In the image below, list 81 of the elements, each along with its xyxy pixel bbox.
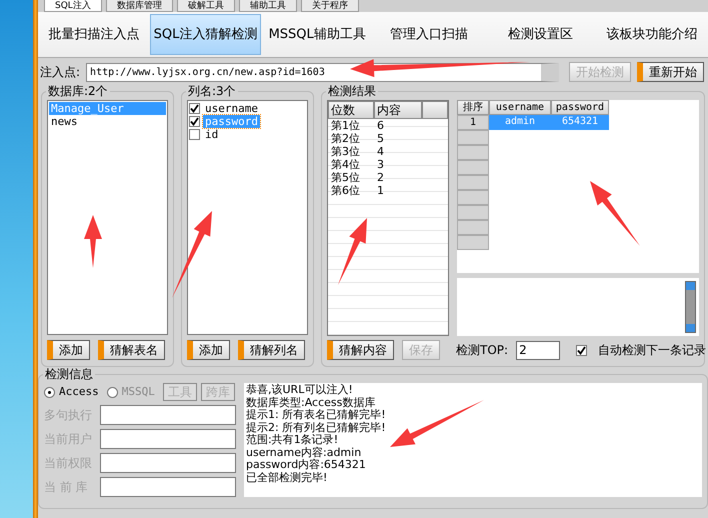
group-title: 检测信息 [44,367,94,381]
column-header: 内容 [374,101,422,119]
column-header: password [551,100,609,115]
row-header [457,145,489,160]
log-line: 提示2: 所有列名已猜解完毕! [246,422,387,434]
table-cell-text: 第6位 [330,184,361,197]
row-header [457,205,489,220]
checkbox[interactable] [576,344,588,356]
row-header [457,160,489,175]
log-line: 已全部检测完毕! [246,472,328,484]
radio-label: MSSQL [122,384,155,400]
button[interactable]: 猜解表名 [98,340,165,360]
checkbox[interactable] [189,103,200,114]
log-line: 恭喜,该URL可以注入! [246,384,354,396]
app-tab[interactable]: 数据库管理 [106,0,173,12]
row-header [457,175,489,190]
field-label: 检测TOP: [456,342,508,359]
app-tab[interactable]: 破解工具 [176,0,235,12]
log-line: 范围:共有1条记录! [246,434,340,446]
sub-tab[interactable]: 该板块功能介绍 [596,14,708,55]
table-cell: 654321 [551,115,609,130]
sub-tab[interactable]: 批量扫描注入点 [38,14,150,55]
input-field[interactable] [100,429,236,449]
list-item[interactable]: username [203,102,260,115]
table-cell-text: 第4位 [330,158,361,171]
log-line: password内容:654321 [246,459,367,472]
sub-tab[interactable]: 检测设置区 [484,14,596,55]
log-line: username内容:admin [246,446,362,458]
table-cell: admin [489,115,551,130]
table-cell-text: 5 [376,132,385,145]
list-item[interactable]: news [49,115,166,128]
table-cell-text: 6 [376,119,385,132]
row-header [457,190,489,205]
sub-tab[interactable]: MSSQL辅助工具 [261,14,374,55]
checkbox[interactable] [189,116,200,127]
input-field[interactable] [100,477,236,497]
table-cell-text: 第2位 [330,132,361,145]
column-header [422,101,448,119]
table-cell-text: 第5位 [330,171,361,184]
arrow-annotation [84,215,102,268]
sub-tab[interactable]: SQL注入猜解检测 [150,14,262,55]
button[interactable]: 添加 [47,340,90,360]
row-header [457,130,489,145]
sub-tab[interactable]: 管理入口扫描 [373,14,485,55]
input-field[interactable] [100,405,236,425]
input-field[interactable] [100,453,236,473]
table-cell-text: 第1位 [330,119,361,132]
column-header: username [489,100,551,115]
table-cell-text: 1 [376,184,385,197]
app-tab[interactable]: SQL注入 [44,0,102,12]
row-header [457,220,489,235]
group-title: 数据库:2个 [47,84,109,98]
checkbox-label: 自动检测下一条记录 [598,342,706,359]
arrow-annotation [338,218,367,285]
table-cell-text: 3 [376,158,385,171]
button[interactable]: 猜解列名 [238,340,305,360]
log-line: 数据库类型:Access数据库 [246,396,376,408]
radio-button[interactable] [44,386,55,398]
row-header [457,235,489,250]
row-header: 1 [457,115,489,130]
table-cell-text: 2 [376,171,385,184]
button[interactable]: 添加 [187,340,230,360]
group-title: 列名:3个 [187,84,237,98]
group-title: 检测结果 [327,84,377,98]
column-header: 位数 [328,101,374,119]
radio-label: Access [59,384,99,400]
button[interactable]: 猜解内容 [327,340,394,360]
arrow-annotation [590,181,640,246]
column-header: 排序 [457,100,489,115]
app-tab[interactable]: 辅助工具 [238,0,297,12]
checkbox[interactable] [189,129,200,140]
scrollbar[interactable] [685,281,696,333]
log-line: 提示1: 所有表名已猜解完毕! [246,409,387,422]
button[interactable]: 重新开始 [637,62,704,82]
top-input[interactable]: 2 [516,340,560,360]
url-field[interactable]: http://www.lyjsx.org.cn/new.asp?id=1603 [86,62,559,82]
list-item[interactable]: id [203,128,220,141]
table-cell-text: 第3位 [330,145,361,158]
app-tab[interactable]: 关于程序 [300,0,359,12]
field-label: 注入点: [40,64,80,81]
table-cell-text: 4 [376,145,385,158]
